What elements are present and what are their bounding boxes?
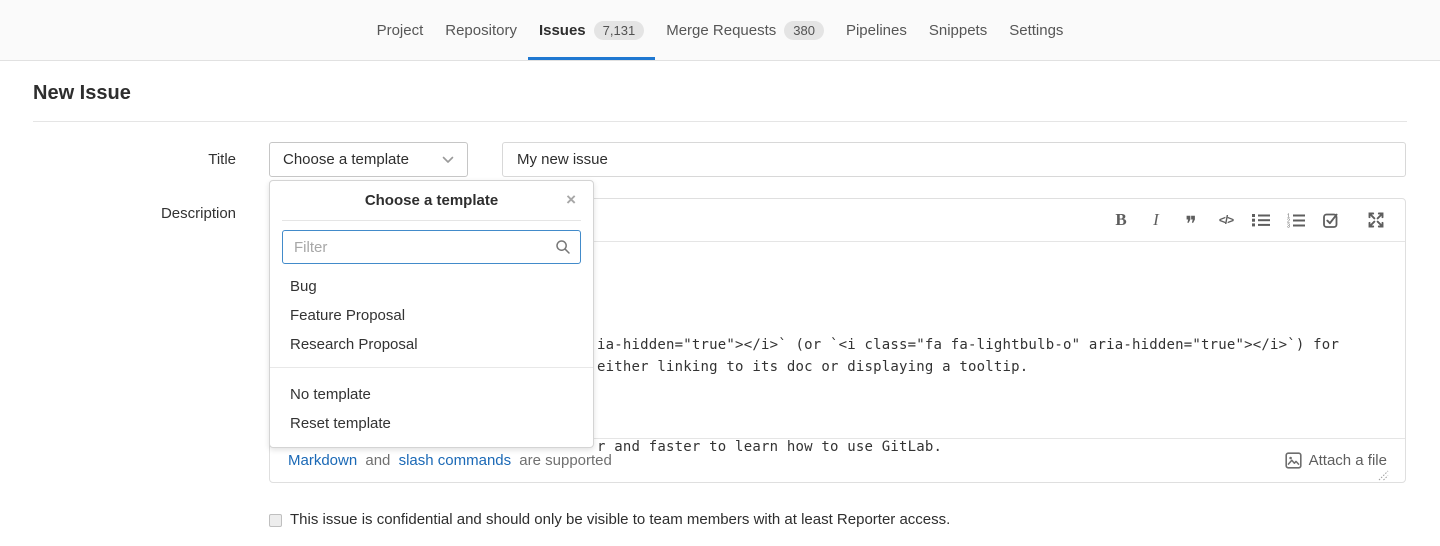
confidential-checkbox[interactable] xyxy=(269,514,282,527)
confidential-label: This issue is confidential and should on… xyxy=(290,511,950,528)
supported-text: are supported xyxy=(519,452,612,469)
markdown-help-text: Markdown and slash commands are supporte… xyxy=(288,452,616,469)
title-label: Title xyxy=(100,151,236,168)
issues-count-badge: 7,131 xyxy=(594,21,645,40)
project-navbar: Project Repository Issues 7,131 Merge Re… xyxy=(0,0,1440,61)
choose-template-button-label: Choose a template xyxy=(283,151,409,168)
tab-settings[interactable]: Settings xyxy=(998,0,1074,60)
template-list: Bug Feature Proposal Research Proposal xyxy=(270,272,593,359)
merge-requests-count-badge: 380 xyxy=(784,21,824,40)
description-label: Description xyxy=(100,205,236,222)
quote-icon[interactable]: ❞ xyxy=(1180,208,1202,232)
tab-project-label: Project xyxy=(377,22,424,39)
attach-file-button[interactable]: Attach a file xyxy=(1285,452,1387,469)
dropdown-section-divider xyxy=(270,367,593,368)
filter-field xyxy=(282,230,581,264)
tab-issues-label: Issues xyxy=(539,22,586,39)
bold-icon[interactable]: B xyxy=(1110,208,1132,232)
template-dropdown-panel: Choose a template × Bug Feature Proposal… xyxy=(269,180,594,448)
dropdown-header-divider xyxy=(282,220,581,221)
tab-issues[interactable]: Issues 7,131 xyxy=(528,0,655,60)
close-icon[interactable]: × xyxy=(566,190,576,210)
template-actions-list: No template Reset template xyxy=(270,380,593,438)
template-dropdown-title: Choose a template xyxy=(365,192,498,209)
reset-template-option[interactable]: Reset template xyxy=(270,409,593,438)
numbered-list-icon[interactable]: 1 2 3 xyxy=(1285,208,1307,232)
description-text-line: ia-hidden="true"></i>` (or `<i class="fa… xyxy=(597,337,1339,353)
choose-template-button[interactable]: Choose a template xyxy=(269,142,468,177)
svg-text:3: 3 xyxy=(1287,223,1290,227)
page-title: New Issue xyxy=(33,82,131,105)
italic-icon[interactable]: I xyxy=(1145,208,1167,232)
no-template-option[interactable]: No template xyxy=(270,380,593,409)
fullscreen-icon[interactable] xyxy=(1365,208,1387,232)
markdown-link[interactable]: Markdown xyxy=(288,452,357,469)
tab-repository-label: Repository xyxy=(445,22,517,39)
issue-title-input[interactable] xyxy=(502,142,1406,177)
template-dropdown-header: Choose a template × xyxy=(270,181,593,220)
tab-repository[interactable]: Repository xyxy=(434,0,528,60)
task-list-icon[interactable] xyxy=(1320,208,1342,232)
new-issue-page: Project Repository Issues 7,131 Merge Re… xyxy=(0,0,1440,546)
tab-merge-requests[interactable]: Merge Requests 380 xyxy=(655,0,835,60)
tab-settings-label: Settings xyxy=(1009,22,1063,39)
template-option-bug[interactable]: Bug xyxy=(270,272,593,301)
bullet-list-icon[interactable] xyxy=(1250,208,1272,232)
tab-pipelines[interactable]: Pipelines xyxy=(835,0,918,60)
template-filter-input[interactable] xyxy=(282,230,581,264)
tab-merge-requests-label: Merge Requests xyxy=(666,22,776,39)
description-text-line: either linking to its doc or displaying … xyxy=(597,359,1028,375)
template-option-feature-proposal[interactable]: Feature Proposal xyxy=(270,301,593,330)
and-text: and xyxy=(365,452,390,469)
template-option-research-proposal[interactable]: Research Proposal xyxy=(270,330,593,359)
tab-pipelines-label: Pipelines xyxy=(846,22,907,39)
attach-file-label: Attach a file xyxy=(1309,452,1387,469)
slash-commands-link[interactable]: slash commands xyxy=(399,452,512,469)
heading-divider xyxy=(33,121,1407,122)
chevron-down-icon xyxy=(442,156,454,164)
tab-snippets-label: Snippets xyxy=(929,22,987,39)
tab-snippets[interactable]: Snippets xyxy=(918,0,998,60)
code-icon[interactable]: </> xyxy=(1215,208,1237,232)
search-icon xyxy=(555,239,571,255)
tab-project[interactable]: Project xyxy=(366,0,435,60)
confidential-row: This issue is confidential and should on… xyxy=(269,511,950,528)
attach-file-icon xyxy=(1285,452,1302,469)
